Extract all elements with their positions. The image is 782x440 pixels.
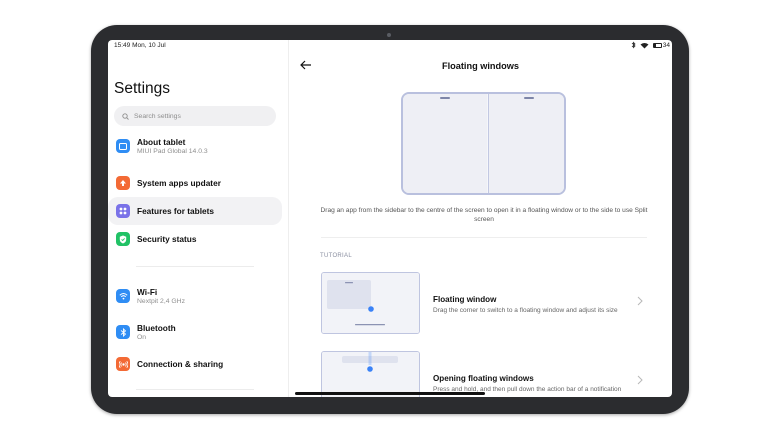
shield-check-icon xyxy=(116,232,130,246)
settings-sidebar: Settings Search settings About tablet MIU… xyxy=(108,40,288,397)
detail-description: Drag an app from the sidebar to the cent… xyxy=(320,207,648,223)
sidebar-item-wifi[interactable]: Wi-Fi Nextpit 2,4 GHz xyxy=(108,282,282,310)
detail-pane: Floating windows Drag an app from the si… xyxy=(289,40,672,397)
tutorial-title: Floating window xyxy=(433,295,497,304)
connection-icon xyxy=(116,357,130,371)
sidebar-item-connection-sharing[interactable]: Connection & sharing xyxy=(108,350,282,378)
chevron-right-icon xyxy=(637,296,643,306)
sidebar-item-about-tablet[interactable]: About tablet MIUI Pad Global 14.0.3 xyxy=(108,132,282,160)
floating-window-thumbnail xyxy=(321,272,420,334)
drag-handle xyxy=(440,97,450,99)
page-title: Settings xyxy=(114,80,171,97)
opening-floating-windows-thumbnail xyxy=(321,351,420,397)
gesture-bar[interactable] xyxy=(295,392,485,395)
sidebar-item-sub: On xyxy=(137,334,147,342)
sidebar-item-sub: Nextpit 2,4 GHz xyxy=(137,298,185,306)
sidebar-item-label: About tablet xyxy=(137,136,186,147)
search-input[interactable]: Search settings xyxy=(114,106,276,126)
drag-handle xyxy=(524,97,534,99)
sidebar-item-label: Bluetooth xyxy=(137,322,176,333)
wifi-icon xyxy=(116,289,130,303)
sidebar-item-security-status[interactable]: Security status xyxy=(108,225,282,253)
screen: 15:49 Mon, 10 Jul 34 Settings Search set… xyxy=(108,40,672,397)
search-icon xyxy=(122,112,129,120)
tutorial-subtitle: Drag the corner to switch to a floating … xyxy=(433,307,618,314)
sidebar-item-sub: MIUI Pad Global 14.0.3 xyxy=(137,148,208,156)
divider xyxy=(321,237,647,238)
bluetooth-icon xyxy=(116,325,130,339)
section-label: TUTORIAL xyxy=(320,253,352,259)
sidebar-item-label: Features for tablets xyxy=(137,206,214,216)
divider xyxy=(136,266,254,267)
sidebar-item-label: Connection & sharing xyxy=(137,359,224,369)
arrow-up-icon xyxy=(116,176,130,190)
split-screen-illustration xyxy=(401,92,566,195)
tutorial-floating-window[interactable]: Floating window Drag the corner to switc… xyxy=(321,272,647,336)
chevron-right-icon xyxy=(637,375,643,385)
tablet-frame: 15:49 Mon, 10 Jul 34 Settings Search set… xyxy=(91,25,689,414)
divider xyxy=(136,389,254,390)
tablet-icon xyxy=(116,139,130,153)
illustration-right-pane xyxy=(488,94,564,193)
search-placeholder: Search settings xyxy=(134,112,181,120)
tutorial-title: Opening floating windows xyxy=(433,374,534,383)
sidebar-item-label: Wi-Fi xyxy=(137,286,158,297)
tutorial-opening-floating-windows[interactable]: Opening floating windows Press and hold,… xyxy=(321,351,647,397)
sidebar-item-label: Security status xyxy=(137,234,197,244)
sidebar-item-system-apps-updater[interactable]: System apps updater xyxy=(108,169,282,197)
front-camera xyxy=(387,33,391,37)
sidebar-item-label: System apps updater xyxy=(137,178,221,188)
sidebar-item-bluetooth[interactable]: Bluetooth On xyxy=(108,318,282,346)
detail-title: Floating windows xyxy=(441,61,520,71)
sidebar-item-features-for-tablets[interactable]: Features for tablets xyxy=(108,197,282,225)
grid-icon xyxy=(116,204,130,218)
illustration-left-pane xyxy=(403,94,487,193)
